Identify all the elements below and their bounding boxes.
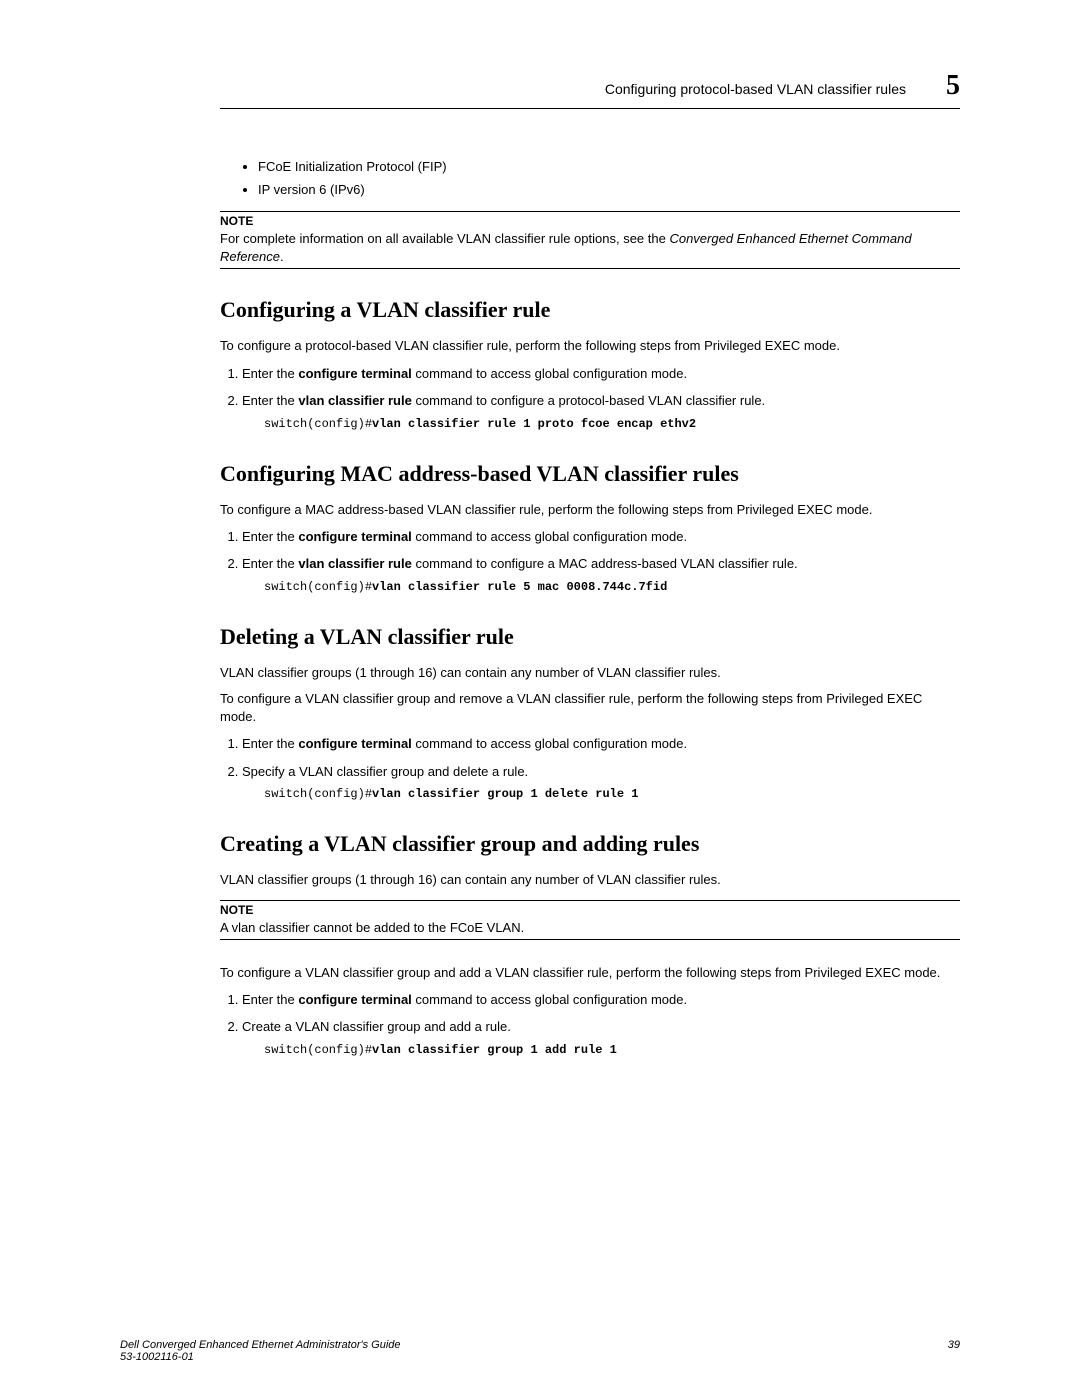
note-label: NOTE [220,903,960,917]
step-item: Enter the configure terminal command to … [242,990,960,1010]
step-item: Enter the vlan classifier rule command t… [242,554,960,596]
steps-list: Enter the configure terminal command to … [220,364,960,433]
intro-bullet-list: FCoE Initialization Protocol (FIP) IP ve… [220,159,960,197]
section-heading-create-group: Creating a VLAN classifier group and add… [220,831,960,857]
note-block: NOTE For complete information on all ava… [220,211,960,269]
section-para: VLAN classifier groups (1 through 16) ca… [220,871,960,889]
step-item: Specify a VLAN classifier group and dele… [242,762,960,804]
note-label: NOTE [220,214,960,228]
steps-list: Enter the configure terminal command to … [220,734,960,803]
section-heading-delete-rule: Deleting a VLAN classifier rule [220,624,960,650]
section-heading-configure-rule: Configuring a VLAN classifier rule [220,297,960,323]
page-number: 39 [948,1339,960,1363]
steps-list: Enter the configure terminal command to … [220,990,960,1059]
code-sample: switch(config)#vlan classifier rule 1 pr… [264,415,960,433]
note-text: A vlan classifier cannot be added to the… [220,919,960,937]
note-text: For complete information on all availabl… [220,230,960,266]
section-para: To configure a VLAN classifier group and… [220,690,960,726]
page-footer: Dell Converged Enhanced Ethernet Adminis… [120,1339,960,1363]
section-para: To configure a VLAN classifier group and… [220,964,960,982]
section-para: VLAN classifier groups (1 through 16) ca… [220,664,960,682]
page-header: Configuring protocol-based VLAN classifi… [220,70,960,109]
header-title: Configuring protocol-based VLAN classifi… [605,81,906,97]
step-item: Enter the vlan classifier rule command t… [242,391,960,433]
code-sample: switch(config)#vlan classifier group 1 a… [264,1041,960,1059]
steps-list: Enter the configure terminal command to … [220,527,960,596]
code-sample: switch(config)#vlan classifier group 1 d… [264,785,960,803]
bullet-item: IP version 6 (IPv6) [258,182,960,197]
code-sample: switch(config)#vlan classifier rule 5 ma… [264,578,960,596]
note-block: NOTE A vlan classifier cannot be added t… [220,900,960,940]
footer-doc-number: 53-1002116-01 [120,1351,401,1363]
step-item: Create a VLAN classifier group and add a… [242,1017,960,1059]
bullet-item: FCoE Initialization Protocol (FIP) [258,159,960,174]
page: Configuring protocol-based VLAN classifi… [0,0,1080,1397]
section-intro: To configure a protocol-based VLAN class… [220,337,960,355]
step-item: Enter the configure terminal command to … [242,734,960,754]
section-heading-mac-rules: Configuring MAC address-based VLAN class… [220,461,960,487]
step-item: Enter the configure terminal command to … [242,527,960,547]
section-intro: To configure a MAC address-based VLAN cl… [220,501,960,519]
chapter-number: 5 [946,70,960,102]
step-item: Enter the configure terminal command to … [242,364,960,384]
footer-guide-title: Dell Converged Enhanced Ethernet Adminis… [120,1339,401,1351]
